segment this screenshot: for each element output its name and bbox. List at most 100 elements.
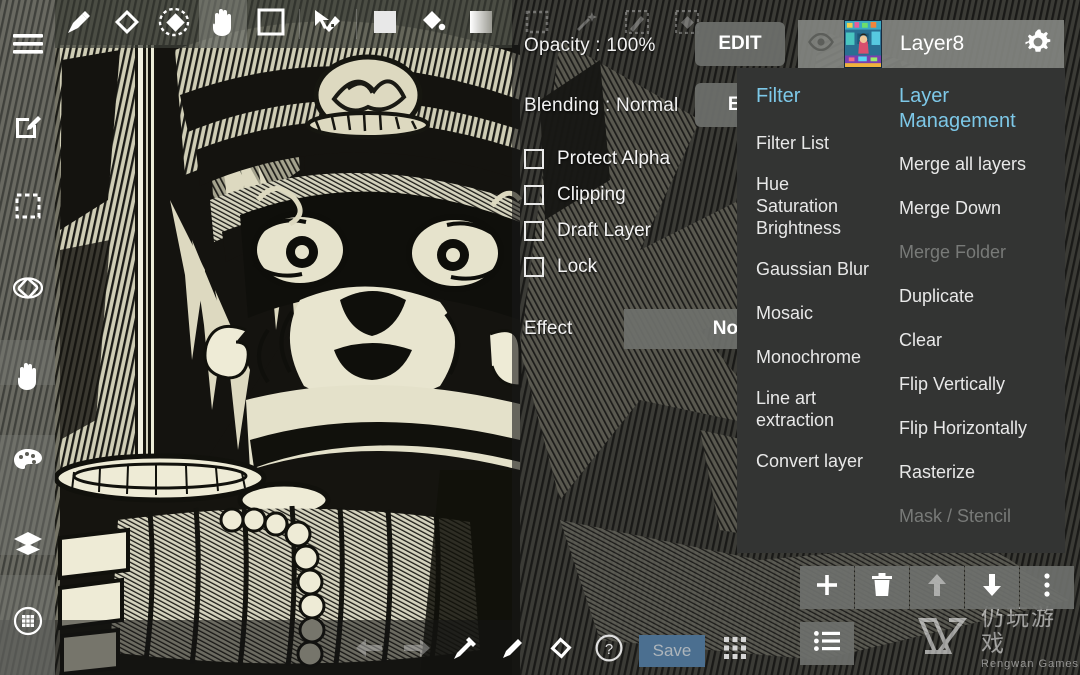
menu-item-rasterize[interactable]: Rasterize <box>899 450 1065 494</box>
left-sidebar <box>0 0 55 675</box>
menu-item-line-art-extraction[interactable]: Line art extraction <box>756 379 889 439</box>
toolbar-divider <box>299 9 300 39</box>
layer-name[interactable]: Layer8 <box>882 32 1012 56</box>
save-button[interactable]: Save <box>639 634 705 667</box>
delete-layer-button[interactable] <box>855 566 909 609</box>
checkbox-box[interactable] <box>524 149 544 169</box>
menu-item-gaussian-blur[interactable]: Gaussian Blur <box>756 247 889 291</box>
sidebar-item-rotate-canvas[interactable] <box>0 262 55 314</box>
effect-label: Effect <box>524 318 573 339</box>
gear-icon <box>1024 28 1052 61</box>
tool-eraser[interactable] <box>103 0 151 48</box>
menu-item-merge-down[interactable]: Merge Down <box>899 186 1065 230</box>
move-cursor-icon <box>313 8 343 41</box>
add-layer-button[interactable] <box>800 566 854 609</box>
checkbox-protect-alpha[interactable]: Protect Alpha <box>524 141 670 177</box>
layer-context-menu: Filter Filter List Hue Saturation Bright… <box>737 68 1065 553</box>
redo-button[interactable] <box>393 626 441 675</box>
sidebar-item-more-tools[interactable] <box>0 595 55 647</box>
grid-dots-icon <box>723 636 747 665</box>
menu-item-mosaic[interactable]: Mosaic <box>756 291 889 335</box>
menu-item-convert-layer[interactable]: Convert layer <box>756 439 889 483</box>
sidebar-item-layers[interactable] <box>0 518 55 570</box>
checkbox-draft-layer[interactable]: Draft Layer <box>524 213 670 249</box>
menu-item-merge-all-layers[interactable]: Merge all layers <box>899 142 1065 186</box>
eraser-icon <box>113 8 141 41</box>
pencil-button[interactable] <box>489 626 537 675</box>
svg-text:?: ? <box>605 641 613 658</box>
grid-menu-button[interactable] <box>711 626 759 675</box>
top-toolbar <box>55 0 512 48</box>
layer-settings-button[interactable] <box>1012 20 1064 68</box>
tool-gradient[interactable] <box>457 0 505 48</box>
layer-more-options-button[interactable] <box>1020 566 1074 609</box>
tool-bucket-fill[interactable] <box>409 0 457 48</box>
plus-icon <box>815 573 839 602</box>
layer-thumbnail[interactable] <box>844 20 882 68</box>
tool-brush[interactable] <box>55 0 103 48</box>
menu-item-hue-saturation-brightness[interactable]: Hue Saturation Brightness <box>756 165 889 247</box>
checkbox-box[interactable] <box>524 185 544 205</box>
gradient-icon <box>468 9 494 40</box>
checkbox-box[interactable] <box>524 257 544 277</box>
hand-icon <box>209 7 237 42</box>
checkbox-clipping[interactable]: Clipping <box>524 177 670 213</box>
layer-visibility-toggle[interactable] <box>798 20 844 68</box>
menu-item-flip-vertically[interactable]: Flip Vertically <box>899 362 1065 406</box>
edit-button[interactable]: EDIT <box>695 22 785 66</box>
layer-list-button[interactable] <box>800 622 854 665</box>
blending-value[interactable]: Blending : Normal <box>524 95 678 117</box>
sidebar-item-hand[interactable] <box>0 350 55 402</box>
sidebar-item-menu[interactable] <box>0 18 55 70</box>
checkbox-box[interactable] <box>524 221 544 241</box>
tool-lasso-eraser[interactable] <box>151 0 199 48</box>
tool-move[interactable] <box>304 0 352 48</box>
hand-icon <box>14 361 42 391</box>
move-layer-up-button[interactable] <box>910 566 964 609</box>
tool-filled-square[interactable] <box>361 0 409 48</box>
menu-item-clear[interactable]: Clear <box>899 318 1065 362</box>
checkbox-label: Protect Alpha <box>557 148 671 169</box>
brush-icon <box>65 8 93 41</box>
arrow-down-icon <box>982 573 1002 602</box>
menu-item-monochrome[interactable]: Monochrome <box>756 335 889 379</box>
undo-button[interactable] <box>345 626 393 675</box>
edit-square-icon <box>14 112 42 140</box>
sidebar-item-selection[interactable] <box>0 180 55 232</box>
lasso-eraser-icon <box>158 7 192 42</box>
help-button[interactable]: ? <box>585 626 633 675</box>
effect-row: Effect None <box>524 309 849 349</box>
eye-icon <box>808 32 834 56</box>
bucket-icon <box>419 8 447 41</box>
menu-heading-layer-management: Layer Management <box>899 85 1016 132</box>
sidebar-item-palette[interactable] <box>0 435 55 487</box>
sidebar-item-edit-canvas[interactable] <box>0 100 55 152</box>
bottom-toolbar: ? Save <box>345 626 759 675</box>
menu-heading-filter: Filter <box>756 85 801 107</box>
dashed-rect-icon <box>15 193 41 219</box>
menu-item-flip-horizontally[interactable]: Flip Horizontally <box>899 406 1065 450</box>
filled-square-icon <box>372 9 398 40</box>
move-layer-down-button[interactable] <box>965 566 1019 609</box>
tool-frame[interactable] <box>247 0 295 48</box>
eyedropper-button[interactable] <box>441 626 489 675</box>
tool-hand[interactable] <box>199 0 247 48</box>
frame-icon <box>257 8 285 41</box>
redo-arrow-icon <box>402 636 432 665</box>
trash-icon <box>871 573 893 602</box>
menu-item-filter-list[interactable]: Filter List <box>756 121 889 165</box>
palette-icon <box>13 448 43 474</box>
menu-item-duplicate[interactable]: Duplicate <box>899 274 1065 318</box>
layer-header-bar: Layer8 <box>798 20 1064 68</box>
help-circle-icon: ? <box>595 634 623 667</box>
eyedropper-icon <box>452 635 478 666</box>
layers-icon <box>13 531 43 557</box>
hamburger-icon <box>12 33 43 55</box>
checkbox-label: Draft Layer <box>557 220 651 241</box>
menu-item-merge-folder: Merge Folder <box>899 242 1007 262</box>
eraser-button[interactable] <box>537 626 585 675</box>
arrow-up-icon <box>927 573 947 602</box>
opacity-value[interactable]: Opacity : 100% <box>524 35 656 57</box>
checkbox-lock[interactable]: Lock <box>524 249 670 285</box>
menu-item-mask-stencil: Mask / Stencil <box>899 506 1012 526</box>
